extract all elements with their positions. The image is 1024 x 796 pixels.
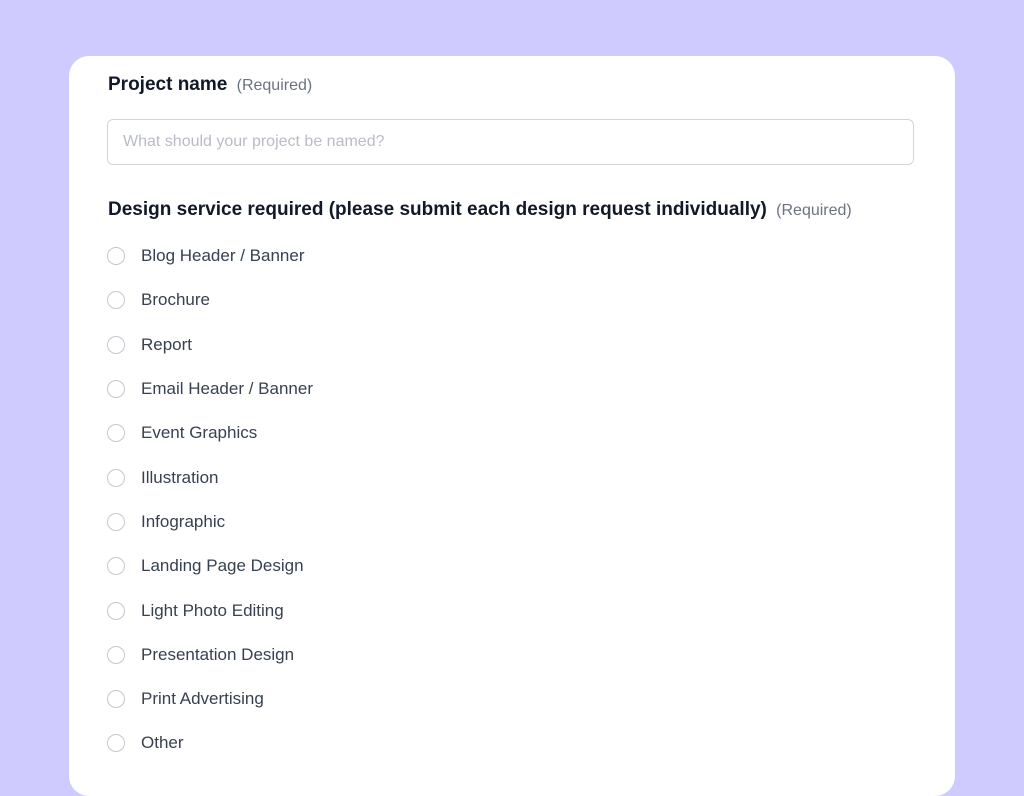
radio-option-infographic[interactable]: Infographic — [107, 500, 313, 544]
radio-option-label: Illustration — [141, 467, 219, 487]
radio-button[interactable] — [107, 512, 125, 531]
radio-button[interactable] — [107, 468, 125, 487]
design-service-label: Design service required (please submit e… — [108, 198, 852, 223]
radio-option-label: Light Photo Editing — [141, 600, 284, 620]
radio-option-blog-header-banner[interactable]: Blog Header / Banner — [107, 234, 313, 278]
radio-option-event-graphics[interactable]: Event Graphics — [107, 411, 313, 455]
radio-option-illustration[interactable]: Illustration — [107, 455, 313, 499]
radio-option-label: Report — [141, 334, 193, 354]
radio-option-label: Brochure — [141, 290, 210, 310]
radio-option-email-header-banner[interactable]: Email Header / Banner — [107, 367, 313, 411]
radio-option-label: Email Header / Banner — [141, 379, 313, 399]
radio-button[interactable] — [107, 645, 125, 664]
project-name-input[interactable] — [107, 119, 914, 165]
radio-option-brochure[interactable]: Brochure — [107, 278, 313, 322]
design-service-options: Blog Header / Banner Brochure Report Ema… — [107, 234, 313, 766]
project-name-required-tag: (Required) — [236, 77, 313, 94]
design-service-required-tag: (Required) — [776, 202, 852, 219]
radio-option-label: Event Graphics — [141, 423, 258, 443]
radio-button[interactable] — [107, 380, 125, 399]
form-card: Project name (Required) Design service r… — [69, 56, 955, 796]
radio-button[interactable] — [107, 690, 125, 709]
radio-option-label: Presentation Design — [141, 644, 295, 664]
project-name-label: Project name (Required) — [108, 73, 312, 98]
radio-option-label: Other — [141, 733, 184, 753]
project-name-label-text: Project name — [108, 74, 228, 95]
radio-button[interactable] — [107, 424, 125, 443]
radio-button[interactable] — [107, 247, 125, 266]
design-service-label-text: Design service required (please submit e… — [108, 199, 767, 220]
radio-option-print-advertising[interactable]: Print Advertising — [107, 677, 313, 721]
radio-option-label: Blog Header / Banner — [141, 246, 305, 266]
radio-option-presentation-design[interactable]: Presentation Design — [107, 633, 313, 677]
radio-option-landing-page-design[interactable]: Landing Page Design — [107, 544, 313, 588]
radio-option-other[interactable]: Other — [107, 721, 313, 765]
radio-option-label: Infographic — [141, 511, 226, 531]
radio-button[interactable] — [107, 557, 125, 576]
radio-button[interactable] — [107, 734, 125, 753]
radio-option-label: Print Advertising — [141, 689, 264, 709]
radio-button[interactable] — [107, 291, 125, 310]
radio-option-light-photo-editing[interactable]: Light Photo Editing — [107, 588, 313, 632]
radio-option-label: Landing Page Design — [141, 556, 304, 576]
radio-button[interactable] — [107, 601, 125, 620]
radio-option-report[interactable]: Report — [107, 323, 313, 367]
radio-button[interactable] — [107, 335, 125, 354]
